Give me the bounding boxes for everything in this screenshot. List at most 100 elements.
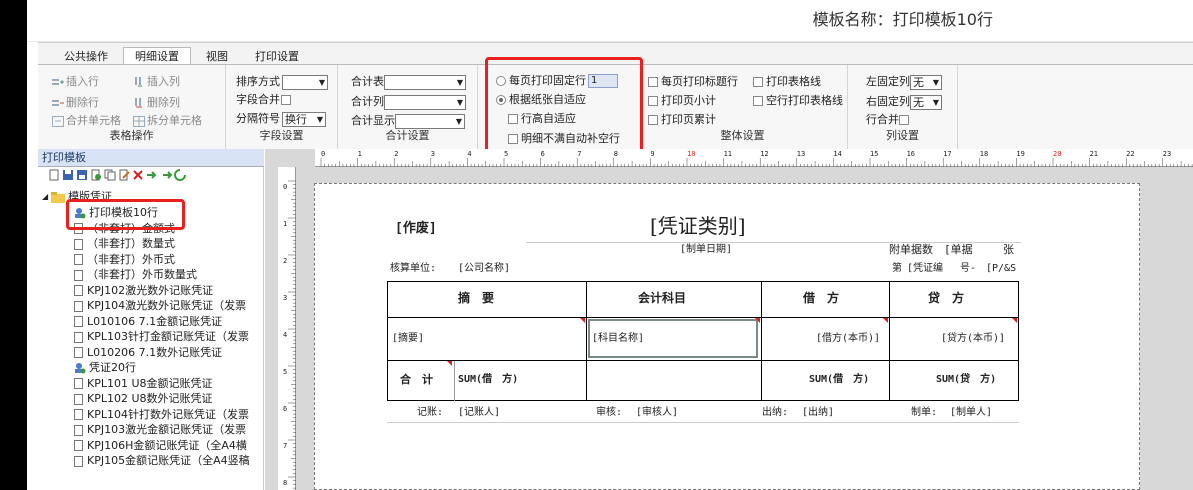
tree-item[interactable]: L010206 7.1数外记账凭证 xyxy=(74,345,222,361)
delete-row-button[interactable]: 删除行 xyxy=(52,95,99,111)
tree-item[interactable]: KPL101 U8金额记账凭证 xyxy=(74,376,213,392)
tree-item[interactable]: KPJ106H金额记账凭证（全A4横 xyxy=(74,438,247,454)
chevron-down-icon: ▼ xyxy=(932,97,939,107)
voucher-type-label[interactable]: [凭证类别] xyxy=(650,214,746,238)
tree-item[interactable]: KPJ102激光数外记账凭证 xyxy=(74,283,213,299)
detail-account[interactable]: [科目名称] xyxy=(592,332,644,346)
detail-credit[interactable]: [贷方(本币)] xyxy=(941,332,1005,346)
cashier-field[interactable]: [出纳] xyxy=(802,406,834,420)
print-subtotal-checkbox[interactable] xyxy=(648,96,658,106)
tree-item-label: KPL101 U8金额记账凭证 xyxy=(87,376,213,390)
sum-debit-a[interactable]: SUM(借 方) xyxy=(458,373,518,387)
print-subtotal-option[interactable]: 打印页小计 xyxy=(648,93,716,109)
document-icon xyxy=(74,409,83,420)
tree-item[interactable]: KPJ104激光数外记账凭证（发票 xyxy=(74,298,246,314)
insert-col-button[interactable]: 插入列 xyxy=(133,74,180,90)
total-label[interactable]: 合 计 xyxy=(400,373,433,387)
print-title-checkbox[interactable] xyxy=(648,77,658,87)
page-suffix-field[interactable]: [P/&S xyxy=(986,262,1016,276)
design-canvas: 0 1 2 3 4 5 6 7 8 9 10 11 12 13 14 15 16 17 18 19 20 21 22 23 0… xyxy=(265,149,1193,490)
tree-item[interactable]: KPJ103激光金额记账凭证（发票 xyxy=(74,422,246,438)
header-credit[interactable]: 贷 方 xyxy=(928,291,964,305)
tree-item[interactable]: KPL104针打数外记账凭证（发票 xyxy=(74,407,249,423)
print-grid-option[interactable]: 打印表格线 xyxy=(753,74,821,90)
print-grid-checkbox[interactable] xyxy=(753,77,763,87)
field-merge-row: 字段合并 xyxy=(236,92,294,108)
attach-value[interactable]: [单据 xyxy=(944,243,973,257)
refresh-icon[interactable] xyxy=(174,169,186,181)
document-icon xyxy=(74,316,83,327)
detail-debit[interactable]: [借方(本币)] xyxy=(816,332,880,346)
header-summary[interactable]: 摘 要 xyxy=(458,291,494,305)
total-table-select[interactable]: ▼ xyxy=(384,74,466,90)
detail-summary[interactable]: [摘要] xyxy=(392,332,424,346)
attach-label[interactable]: 附单据数 xyxy=(889,243,933,257)
highlight-box-template xyxy=(66,199,185,230)
voucher-no-field[interactable]: [凭证编 xyxy=(907,262,943,276)
new-icon[interactable] xyxy=(48,169,60,181)
row-merge-checkbox[interactable] xyxy=(899,115,909,125)
void-label[interactable]: [作废] xyxy=(395,222,437,236)
separator-select[interactable]: 换行 ▼ xyxy=(282,111,326,127)
collapse-arrow-icon[interactable]: ◢ xyxy=(42,189,48,205)
save-icon[interactable] xyxy=(62,169,74,181)
company-field[interactable]: [公司名称] xyxy=(458,262,510,276)
delete-row-icon xyxy=(52,99,64,106)
header-debit[interactable]: 借 方 xyxy=(803,291,839,305)
document-icon xyxy=(74,455,83,467)
left-fixed-select[interactable]: 无 ▼ xyxy=(910,74,942,90)
tab-common-ops[interactable]: 公共操作 xyxy=(52,47,120,65)
no-label: 号- xyxy=(960,263,977,274)
tree-item[interactable]: L010106 7.1金额记账凭证 xyxy=(74,314,222,330)
tab-detail-settings[interactable]: 明细设置 xyxy=(123,47,191,65)
tab-view[interactable]: 视图 xyxy=(194,47,240,65)
tree-item[interactable]: （非套打）数量式 xyxy=(74,236,175,252)
empty-row-grid-checkbox[interactable] xyxy=(753,96,763,106)
tree-item[interactable]: KPL102 U8数外记账凭证 xyxy=(74,391,213,407)
import-icon[interactable] xyxy=(146,169,158,181)
tree-item[interactable]: （非套打）外币数量式 xyxy=(74,267,197,283)
header-account[interactable]: 会计科目 xyxy=(638,291,686,305)
tree-item[interactable]: KPL103针打金额记账凭证（发票 xyxy=(74,329,249,345)
save-as-icon[interactable] xyxy=(76,169,88,181)
tree-item-label: KPJ105金额记账凭证（全A4竖稿 xyxy=(87,454,250,467)
tree-item[interactable]: （非套打）外币式 xyxy=(74,252,175,268)
maker-field[interactable]: [制单人] xyxy=(950,406,992,420)
right-fixed-select[interactable]: 无 ▼ xyxy=(910,94,942,110)
tree-item[interactable]: KPJ105金额记账凭证（全A4竖稿 xyxy=(74,453,250,469)
group-table-ops: 插入行 插入列 删除行 删除列 合并单元格 拆分单元格 表格操作 xyxy=(38,65,226,151)
voucher-date-label[interactable]: [制单日期] xyxy=(680,243,732,257)
field-merge-checkbox[interactable] xyxy=(281,95,291,105)
empty-row-grid-option[interactable]: 空行打印表格线 xyxy=(753,93,843,109)
unit-label: 核算单位: xyxy=(390,263,437,274)
ribbon-tabs: 公共操作 明细设置 视图 打印设置 xyxy=(38,47,314,65)
tree-item-label: KPJ102激光数外记账凭证 xyxy=(87,283,214,297)
sum-debit-b[interactable]: SUM(借 方) xyxy=(809,373,869,387)
sum-credit[interactable]: SUM(贷 方) xyxy=(936,373,996,387)
delete-icon[interactable] xyxy=(132,169,144,181)
copy-icon[interactable] xyxy=(104,169,116,181)
export-icon[interactable] xyxy=(160,169,172,181)
insert-row-button[interactable]: 插入行 xyxy=(52,74,99,90)
separator-row: 分隔符号 换行 ▼ xyxy=(236,111,326,127)
print-cumulative-option[interactable]: 打印页累计 xyxy=(648,112,716,128)
edit-icon[interactable] xyxy=(118,169,130,181)
bookkeeper-field[interactable]: [记账人] xyxy=(458,406,500,420)
total-col-select[interactable]: ▼ xyxy=(384,94,466,110)
sheet-label: 张 xyxy=(1003,243,1014,256)
sort-select[interactable]: ▼ xyxy=(282,74,328,90)
print-title-option[interactable]: 每页打印标题行 xyxy=(648,74,738,90)
tree-item-label: （非套打）数量式 xyxy=(87,237,175,250)
add-icon[interactable] xyxy=(90,169,102,181)
reviewer-field[interactable]: [审核人] xyxy=(636,406,678,420)
delete-col-button[interactable]: 删除列 xyxy=(133,95,180,111)
group-overall-settings: 每页打印标题行 打印表格线 打印页小计 空行打印表格线 打印页累计 整体设置 xyxy=(638,65,848,151)
document-icon xyxy=(74,254,83,265)
tree-item[interactable]: 凭证20行 xyxy=(74,360,136,376)
tree-item-label: L010106 7.1金额记账凭证 xyxy=(87,314,223,328)
print-cumulative-checkbox[interactable] xyxy=(648,115,658,125)
total-table-row: 合计表 ▼ xyxy=(351,74,466,90)
document-icon xyxy=(74,393,83,405)
title-bar: 模板名称：打印模板10行 xyxy=(27,0,1193,42)
tab-print-settings[interactable]: 打印设置 xyxy=(243,47,311,65)
